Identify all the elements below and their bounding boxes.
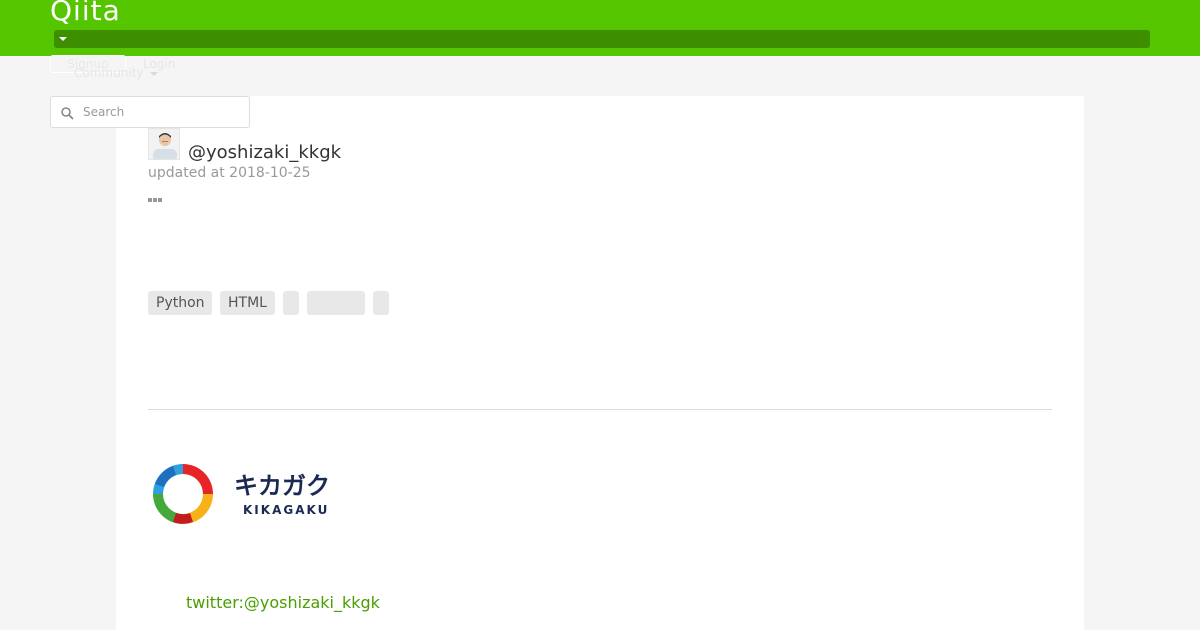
search-icon	[61, 107, 74, 120]
search-input[interactable]	[81, 98, 241, 126]
avatar-image	[149, 129, 179, 159]
tag-python[interactable]: Python	[148, 291, 212, 315]
search-box[interactable]	[50, 96, 250, 128]
chevron-down-icon	[150, 72, 158, 76]
tag-item[interactable]	[283, 291, 299, 315]
author-name[interactable]: @yoshizaki_kkgk	[188, 142, 341, 164]
caret-down-icon	[59, 37, 67, 41]
kikagaku-logo: キカガク KIKAGAKU	[153, 464, 330, 524]
header-dropdown-bar[interactable]	[54, 30, 1150, 48]
twitter-link[interactable]: twitter:@yoshizaki_kkgk	[186, 593, 380, 613]
global-header: Qiita	[0, 0, 1200, 56]
svg-text:KIKAGAKU: KIKAGAKU	[243, 503, 329, 517]
article-card: @yoshizaki_kkgk updated at 2018-10-25 Py…	[116, 96, 1084, 630]
section-divider	[148, 409, 1052, 410]
svg-text:キカガク: キカガク	[234, 472, 330, 500]
qiita-logo[interactable]: Qiita	[50, 0, 121, 28]
more-icon[interactable]	[148, 187, 164, 202]
avatar[interactable]	[148, 128, 180, 160]
login-link[interactable]: Login	[143, 57, 175, 71]
tag-html[interactable]: HTML	[220, 291, 275, 315]
tag-item[interactable]	[373, 291, 389, 315]
updated-at: updated at 2018-10-25	[148, 165, 311, 181]
tag-item[interactable]	[307, 291, 365, 315]
community-menu[interactable]: Community	[74, 66, 143, 80]
